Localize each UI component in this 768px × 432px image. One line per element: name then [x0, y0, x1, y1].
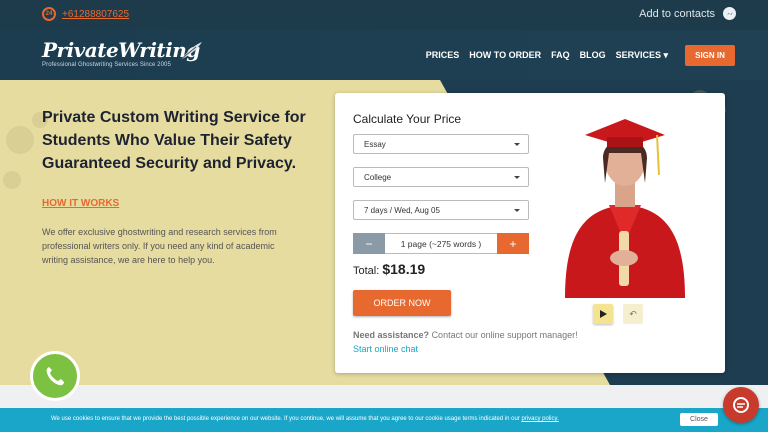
- paper-type-value: Essay: [364, 139, 386, 149]
- academic-level-select[interactable]: College: [353, 167, 529, 187]
- assistance-text: Need assistance? Contact our online supp…: [353, 330, 578, 340]
- assistance-detail: Contact our online support manager!: [431, 330, 578, 340]
- start-chat-link[interactable]: Start online chat: [353, 344, 418, 354]
- chat-icon: [733, 397, 749, 413]
- live-support-button[interactable]: [723, 387, 759, 423]
- main-nav: PRICES HOW TO ORDER FAQ BLOG SERVICES ▾: [426, 50, 668, 61]
- hero-heading: Private Custom Writing Service for Stude…: [42, 109, 306, 173]
- phone-number-link[interactable]: +61288807625: [62, 9, 129, 20]
- support-24-icon: 24: [42, 7, 56, 21]
- paper-type-select[interactable]: Essay: [353, 134, 529, 154]
- nav-services[interactable]: SERVICES ▾: [616, 50, 668, 61]
- deadline-value: 7 days / Wed, Aug 05: [364, 205, 440, 215]
- add-to-contacts-label[interactable]: Add to contacts: [639, 8, 715, 20]
- logo-tagline: Professional Ghostwriting Services Since…: [42, 62, 171, 68]
- order-now-button[interactable]: ORDER NOW: [353, 290, 451, 316]
- cookie-banner: We use cookies to ensure that we provide…: [0, 408, 768, 432]
- replay-button[interactable]: ↶: [623, 304, 643, 324]
- chevron-down-icon: [514, 209, 520, 212]
- academic-level-value: College: [364, 172, 392, 182]
- chevron-down-icon: [514, 143, 520, 146]
- nav-blog[interactable]: BLOG: [580, 50, 606, 61]
- increase-pages-button[interactable]: +: [497, 233, 529, 254]
- call-button[interactable]: [30, 351, 80, 401]
- deadline-select[interactable]: 7 days / Wed, Aug 05: [353, 200, 529, 220]
- nav-how-to-order[interactable]: HOW TO ORDER: [469, 50, 541, 61]
- messenger-icon[interactable]: [723, 7, 736, 20]
- main-navbar: PrivateWriting Professional Ghostwriting…: [0, 30, 768, 80]
- logo-name: PrivateWriting: [42, 38, 200, 62]
- play-button[interactable]: [593, 304, 613, 324]
- cookie-text: We use cookies to ensure that we provide…: [51, 416, 559, 422]
- top-bar: 24 +61288807625 Add to contacts: [0, 0, 768, 30]
- assistance-bold: Need assistance?: [353, 330, 430, 340]
- play-icon: [600, 310, 607, 318]
- phone-contact[interactable]: 24 +61288807625: [42, 7, 129, 21]
- calculator-title: Calculate Your Price: [353, 112, 462, 126]
- cookie-close-button[interactable]: Close: [680, 413, 718, 426]
- chevron-down-icon: ▾: [660, 50, 668, 60]
- hero-description: We offer exclusive ghostwriting and rese…: [42, 227, 277, 265]
- price-calculator-card: Calculate Your Price Essay College 7 day…: [335, 93, 725, 373]
- decrease-pages-button[interactable]: −: [353, 233, 385, 254]
- pages-value: 1 page (~275 words ): [385, 233, 497, 254]
- pages-stepper: − 1 page (~275 words ) +: [353, 233, 529, 254]
- site-logo[interactable]: PrivateWriting Professional Ghostwriting…: [42, 38, 202, 68]
- total-label: Total:: [353, 265, 380, 277]
- total-value: $18.19: [382, 261, 426, 277]
- chevron-down-icon: [514, 176, 520, 179]
- cookie-message: We use cookies to ensure that we provide…: [51, 416, 520, 422]
- total-price: Total: $18.19: [353, 261, 425, 277]
- nav-prices[interactable]: PRICES: [426, 50, 460, 61]
- sign-in-button[interactable]: SIGN IN: [685, 45, 735, 66]
- phone-icon: [46, 367, 64, 386]
- graduate-photo: [565, 119, 685, 298]
- privacy-policy-link[interactable]: privacy policy.: [522, 416, 559, 422]
- replay-icon: ↶: [629, 308, 637, 319]
- nav-faq[interactable]: FAQ: [551, 50, 570, 61]
- nav-services-label[interactable]: SERVICES: [616, 50, 661, 60]
- feather-icon: [179, 42, 202, 61]
- add-to-contacts[interactable]: Add to contacts: [639, 7, 736, 20]
- how-it-works-link[interactable]: HOW IT WORKS: [42, 198, 119, 209]
